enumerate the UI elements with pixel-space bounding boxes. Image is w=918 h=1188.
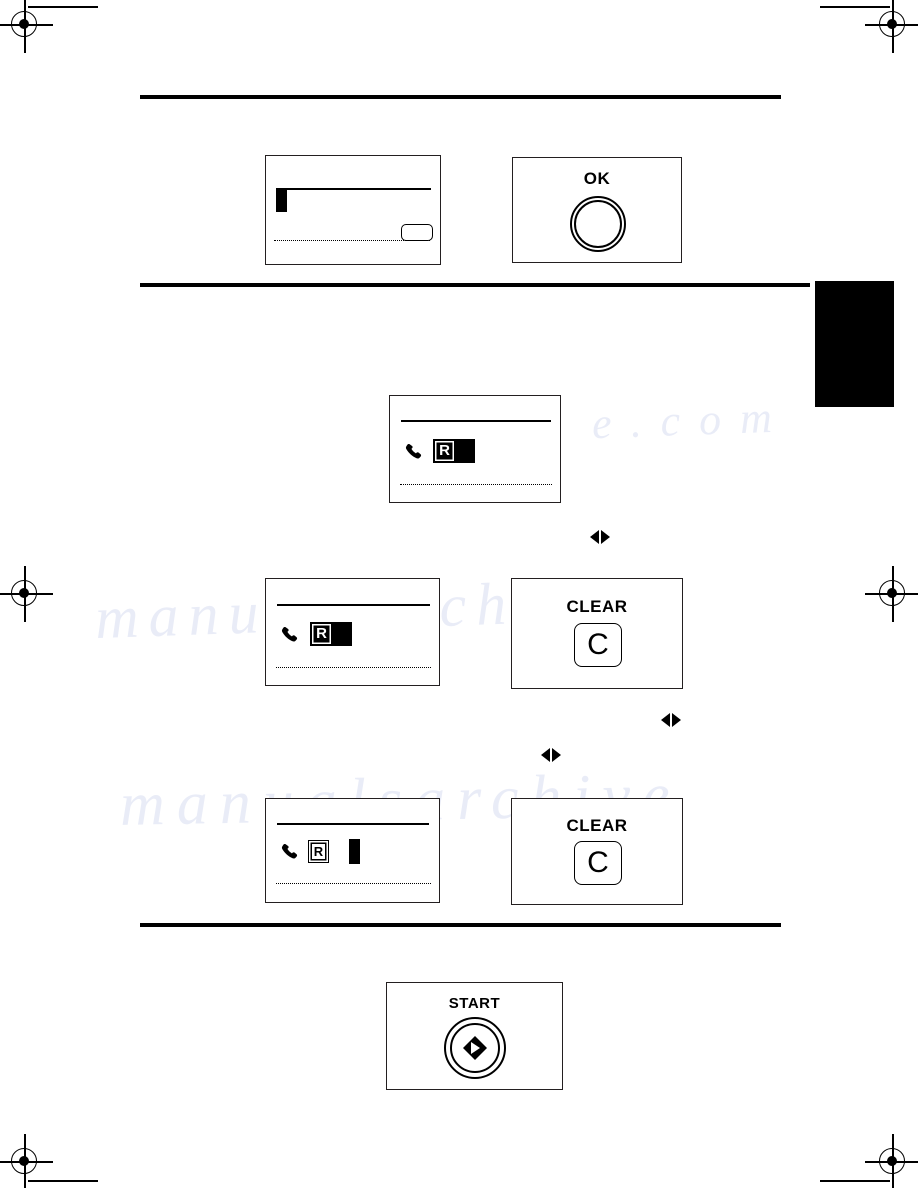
lcd-text-cursor xyxy=(456,439,475,463)
r-key-indicator-icon: R xyxy=(310,622,333,646)
crop-mark-middle-right xyxy=(865,566,918,622)
section-rule-middle xyxy=(140,283,810,287)
arrow-right-icon xyxy=(552,748,561,762)
arrow-left-icon xyxy=(590,530,599,544)
lcd-soft-button[interactable] xyxy=(401,224,433,241)
telephone-handset-icon xyxy=(404,442,424,462)
crop-mark-middle-left xyxy=(0,566,53,622)
start-key-illustration: START xyxy=(386,982,563,1090)
lcd-dotted-separator xyxy=(276,883,431,884)
crop-tick-bottom-left xyxy=(28,1180,98,1182)
clear-key-button[interactable]: C xyxy=(574,623,622,667)
telephone-handset-icon xyxy=(280,625,300,645)
lcd-dotted-separator xyxy=(400,484,552,485)
scan-watermark-1: e . c o m xyxy=(591,392,777,449)
r-key-indicator-icon: R xyxy=(433,439,456,463)
section-rule-top xyxy=(140,95,781,99)
lcd-top-line xyxy=(401,420,551,422)
r-key-indicator-label: R xyxy=(313,843,324,859)
arrow-left-icon xyxy=(661,713,670,727)
clear-key-illustration-2: CLEAR C xyxy=(511,798,683,905)
manual-page: e . c o m manualsarchive manualsarchive xyxy=(0,0,918,1188)
telephone-handset-icon xyxy=(280,842,300,862)
crop-tick-bottom-right xyxy=(820,1180,890,1182)
arrow-left-icon xyxy=(541,748,550,762)
clear-key-label: CLEAR xyxy=(566,597,628,616)
lcd-display-entry xyxy=(265,155,441,265)
lcd-display-r-normal: R xyxy=(265,798,440,903)
ok-key-ring-inner[interactable] xyxy=(574,200,622,248)
clear-key-illustration-1: CLEAR C xyxy=(511,578,683,689)
lcd-top-line xyxy=(277,823,429,825)
r-key-indicator-label: R xyxy=(439,442,450,459)
clear-key-label: CLEAR xyxy=(566,816,628,835)
lcd-top-line xyxy=(276,188,431,190)
crop-mark-dot xyxy=(19,588,29,598)
crop-mark-dot xyxy=(19,1156,29,1166)
lcd-display-r-highlighted-2: R xyxy=(265,578,440,686)
left-right-arrow-indicator-2 xyxy=(661,713,681,727)
lcd-top-line xyxy=(277,604,430,606)
lcd-text-cursor xyxy=(333,622,352,646)
crop-tick-top-right xyxy=(820,6,890,8)
r-key-indicator-icon: R xyxy=(308,840,329,863)
crop-mark-dot xyxy=(887,588,897,598)
crop-mark-dot xyxy=(19,19,29,29)
clear-key-glyph: C xyxy=(587,846,609,879)
crop-mark-dot xyxy=(887,19,897,29)
start-diamond-icon xyxy=(462,1035,488,1061)
lcd-text-cursor xyxy=(276,188,287,212)
start-key-label: START xyxy=(448,995,501,1012)
lcd-text-cursor xyxy=(349,839,360,864)
lcd-display-r-highlighted-1: R xyxy=(389,395,561,503)
crop-mark-dot xyxy=(887,1156,897,1166)
chapter-thumb-index-tab xyxy=(815,281,894,407)
arrow-right-icon xyxy=(672,713,681,727)
ok-key-label: OK xyxy=(583,169,611,188)
left-right-arrow-indicator-3 xyxy=(541,748,561,762)
r-key-indicator-label: R xyxy=(316,625,327,642)
section-rule-bottom xyxy=(140,923,781,927)
lcd-dotted-separator xyxy=(274,240,430,241)
clear-key-button[interactable]: C xyxy=(574,841,622,885)
lcd-dotted-separator xyxy=(276,667,431,668)
ok-key-illustration: OK xyxy=(512,157,682,263)
clear-key-glyph: C xyxy=(587,628,609,661)
crop-tick-top-left xyxy=(28,6,98,8)
left-right-arrow-indicator-1 xyxy=(590,530,610,544)
arrow-right-icon xyxy=(601,530,610,544)
